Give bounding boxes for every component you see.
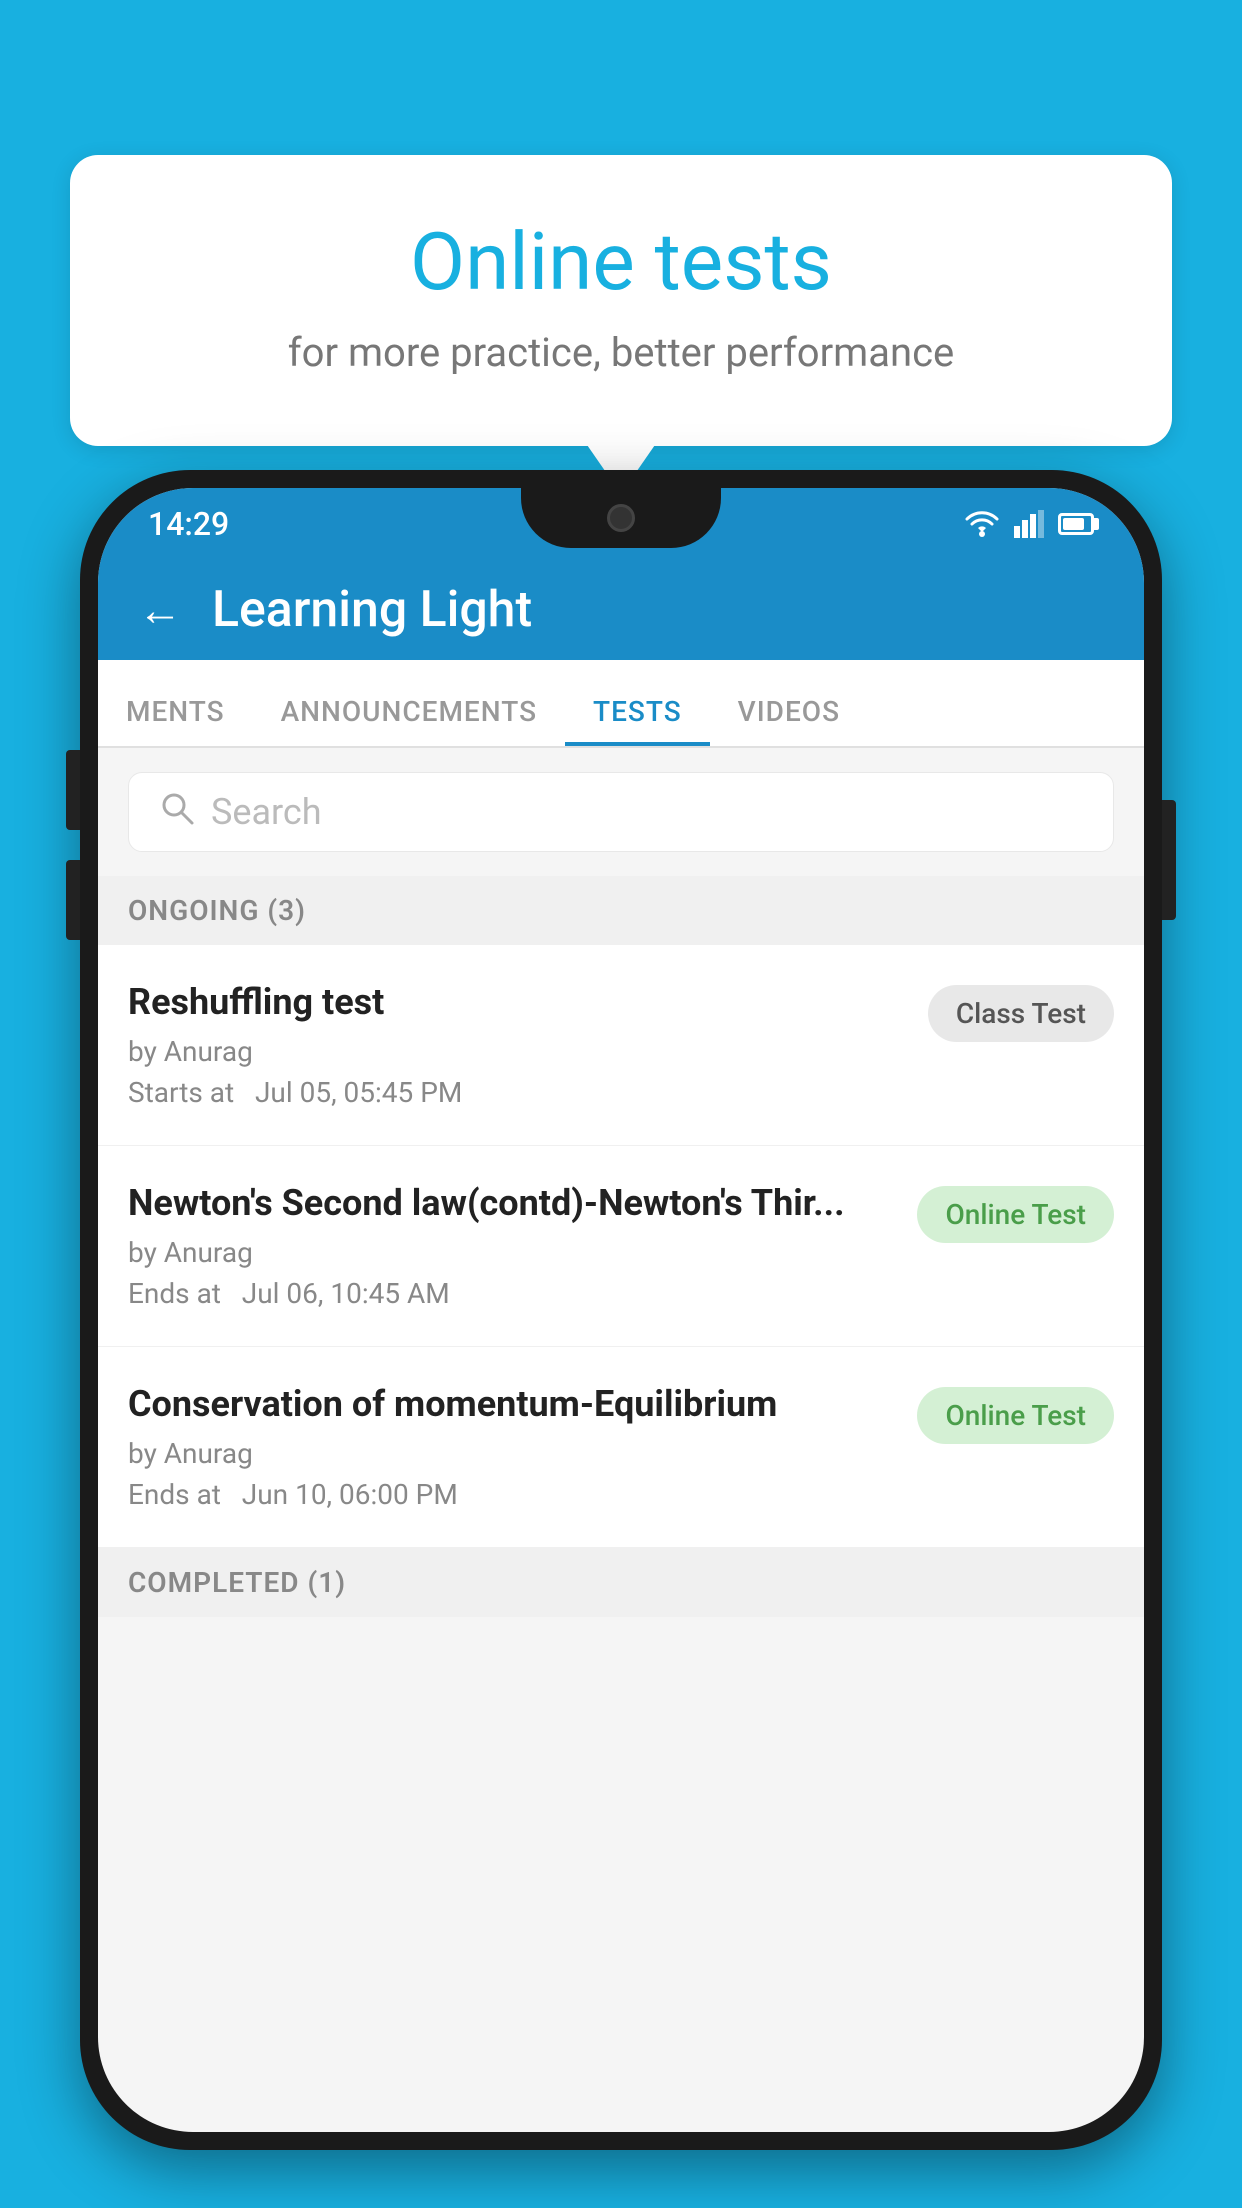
- app-header: ← Learning Light: [98, 560, 1144, 660]
- test-item[interactable]: Newton's Second law(contd)-Newton's Thir…: [98, 1146, 1144, 1347]
- back-button[interactable]: ←: [138, 588, 182, 632]
- ongoing-section-header: ONGOING (3): [98, 876, 1144, 945]
- search-bar[interactable]: Search: [128, 772, 1114, 852]
- phone-notch: [521, 488, 721, 548]
- completed-section-header: COMPLETED (1): [98, 1548, 1144, 1617]
- test-name: Conservation of momentum-Equilibrium: [128, 1383, 897, 1425]
- tab-announcements[interactable]: ANNOUNCEMENTS: [253, 695, 565, 746]
- battery-icon: [1058, 513, 1094, 535]
- test-author: by Anurag: [128, 1236, 897, 1269]
- test-date: Ends at Jul 06, 10:45 AM: [128, 1277, 897, 1310]
- test-name: Reshuffling test: [128, 981, 908, 1023]
- test-name: Newton's Second law(contd)-Newton's Thir…: [128, 1182, 897, 1224]
- test-list: Reshuffling test by Anurag Starts at Jul…: [98, 945, 1144, 1548]
- test-badge-online: Online Test: [917, 1387, 1114, 1444]
- test-date: Ends at Jun 10, 06:00 PM: [128, 1478, 897, 1511]
- promo-card: Online tests for more practice, better p…: [70, 155, 1172, 446]
- search-input-placeholder: Search: [211, 791, 322, 833]
- test-author: by Anurag: [128, 1035, 908, 1068]
- test-item[interactable]: Conservation of momentum-Equilibrium by …: [98, 1347, 1144, 1548]
- test-info: Conservation of momentum-Equilibrium by …: [128, 1383, 897, 1511]
- test-date: Starts at Jul 05, 05:45 PM: [128, 1076, 908, 1109]
- test-item[interactable]: Reshuffling test by Anurag Starts at Jul…: [98, 945, 1144, 1146]
- phone-outer: 14:29: [80, 470, 1162, 2150]
- status-icons: [964, 510, 1094, 538]
- battery-fill: [1063, 518, 1084, 530]
- status-time: 14:29: [148, 505, 229, 543]
- tab-tests[interactable]: TESTS: [565, 695, 710, 746]
- tabs-bar: MENTS ANNOUNCEMENTS TESTS VIDEOS: [98, 660, 1144, 748]
- search-container: Search: [98, 748, 1144, 876]
- test-info: Reshuffling test by Anurag Starts at Jul…: [128, 981, 908, 1109]
- search-icon: [159, 790, 195, 835]
- promo-subtitle: for more practice, better performance: [140, 329, 1102, 376]
- phone-wrapper: 14:29: [80, 470, 1162, 2208]
- test-badge-online: Online Test: [917, 1186, 1114, 1243]
- signal-icon: [1014, 510, 1044, 538]
- test-info: Newton's Second law(contd)-Newton's Thir…: [128, 1182, 897, 1310]
- side-button-left-bottom: [66, 860, 80, 940]
- side-button-left-top: [66, 750, 80, 830]
- test-badge-class: Class Test: [928, 985, 1114, 1042]
- test-author: by Anurag: [128, 1437, 897, 1470]
- promo-title: Online tests: [140, 215, 1102, 309]
- tab-videos[interactable]: VIDEOS: [710, 695, 868, 746]
- wifi-icon: [964, 510, 1000, 538]
- phone-screen: 14:29: [98, 488, 1144, 2132]
- tab-ments[interactable]: MENTS: [98, 695, 253, 746]
- app-title: Learning Light: [212, 581, 532, 639]
- camera-dot: [607, 504, 635, 532]
- side-button-right: [1162, 800, 1176, 920]
